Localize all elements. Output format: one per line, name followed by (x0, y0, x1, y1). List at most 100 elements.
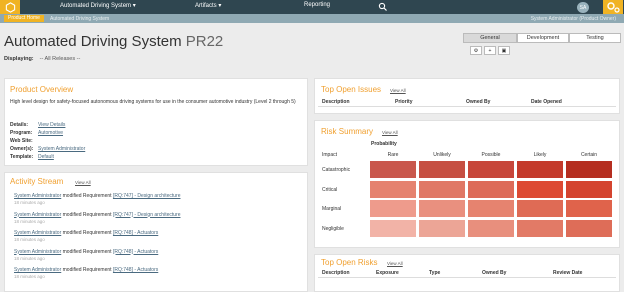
activity-artifact-link[interactable]: [RQ:748] - Actuators (113, 249, 158, 255)
activity-user-link[interactable]: System Administrator (14, 193, 61, 199)
program-link[interactable]: Automotive (38, 130, 63, 136)
activity-action: modified Requirement (61, 193, 113, 199)
risk-cell[interactable] (566, 161, 612, 178)
risk-cell[interactable] (517, 180, 563, 198)
product-code: PR22 (185, 33, 224, 50)
details-label: Details: (10, 122, 29, 128)
impact-header: Impact (322, 152, 338, 158)
nav-project-menu[interactable]: Automated Driving System ▾ (60, 2, 136, 9)
activity-item: System Administrator modified Requiremen… (14, 249, 158, 255)
activity-view-all-link[interactable]: View All (75, 180, 91, 185)
release-filter: Displaying: -- All Releases -- (4, 56, 80, 62)
risk-cell[interactable] (468, 180, 514, 198)
risk-cell[interactable] (468, 161, 514, 178)
risk-cell[interactable] (370, 200, 416, 217)
program-row: Program: Automotive (10, 130, 63, 136)
issues-col-priority[interactable]: Priority (395, 99, 413, 105)
user-avatar[interactable]: SA (577, 2, 589, 13)
activity-item: System Administrator modified Requiremen… (14, 193, 180, 199)
risk-cell[interactable] (370, 180, 416, 198)
activity-stream-title: Activity Stream (10, 177, 64, 186)
risk-cell[interactable] (468, 200, 514, 217)
activity-time: 18 minutes ago (14, 200, 45, 205)
risks-col-type[interactable]: Type (429, 270, 440, 276)
risk-cell[interactable] (517, 200, 563, 217)
issues-col-owned-by[interactable]: Owned By (466, 99, 490, 105)
chevron-down-icon: ▾ (132, 3, 136, 9)
tab-development[interactable]: Development (517, 33, 569, 43)
risk-cell[interactable] (419, 161, 465, 178)
risk-cell[interactable] (566, 219, 612, 237)
app-logo[interactable] (0, 0, 20, 14)
open-issues-panel (314, 78, 620, 114)
activity-user-link[interactable]: System Administrator (14, 249, 61, 255)
owner-link[interactable]: System Administrator (38, 146, 85, 152)
activity-item: System Administrator modified Requiremen… (14, 212, 180, 218)
probability-label: Possible (481, 152, 501, 158)
activity-action: modified Requirement (61, 248, 113, 255)
breadcrumb-user: System Administrator (Product Owner) (530, 16, 616, 22)
risks-col-exposure[interactable]: Exposure (376, 270, 399, 276)
risks-col-review-date[interactable]: Review Date (553, 270, 582, 276)
activity-user-link[interactable]: System Administrator (14, 230, 61, 236)
nav-project-label: Automated Driving System (60, 3, 132, 9)
activity-item: System Administrator modified Requiremen… (14, 267, 158, 273)
tab-general[interactable]: General (463, 33, 517, 43)
owners-label: Owner(s): (10, 146, 34, 152)
issues-col-date-opened[interactable]: Date Opened (531, 99, 562, 105)
activity-artifact-link[interactable]: [RQ:747] - Design architecture (113, 193, 181, 199)
nav-reporting[interactable]: Reporting (304, 2, 330, 8)
breadcrumb-project[interactable]: Automated Driving System (50, 16, 109, 22)
release-dropdown[interactable]: -- All Releases -- (40, 56, 81, 62)
probability-label: Likely (533, 152, 547, 158)
issues-col-description[interactable]: Description (322, 99, 350, 105)
nav-artifacts-menu[interactable]: Artifacts ▾ (195, 2, 221, 9)
risk-cell[interactable] (468, 219, 514, 237)
template-label: Template: (10, 154, 34, 160)
activity-artifact-link[interactable]: [RQ:747] - Design architecture (113, 212, 181, 218)
risk-view-all-link[interactable]: View All (382, 130, 398, 135)
tab-testing[interactable]: Testing (569, 33, 621, 43)
risk-cell[interactable] (566, 200, 612, 217)
add-icon[interactable]: + (484, 46, 496, 55)
template-link[interactable]: Default (38, 154, 54, 160)
activity-action: modified Requirement (61, 267, 113, 273)
view-details-link[interactable]: View Details (38, 122, 65, 128)
risk-cell[interactable] (419, 200, 465, 217)
activity-user-link[interactable]: System Administrator (14, 267, 61, 273)
activity-artifact-link[interactable]: [RQ:748] - Actuators (113, 230, 158, 236)
risk-cell[interactable] (517, 219, 563, 237)
impact-label: Negligible (322, 225, 344, 232)
activity-action: modified Requirement (61, 211, 113, 218)
template-row: Template: Default (10, 154, 54, 160)
gears-icon[interactable] (603, 0, 623, 14)
probability-label: Certain (580, 152, 598, 158)
impact-label: Critical (322, 186, 338, 193)
breadcrumb-home[interactable]: Product Home (4, 15, 44, 22)
settings-icon[interactable]: ⚙ (470, 46, 482, 55)
image-icon[interactable]: ▣ (498, 46, 510, 55)
risk-cell[interactable] (517, 161, 563, 178)
issues-header-divider (318, 106, 616, 107)
probability-header: Probability (371, 141, 397, 147)
impact-label: Marginal (322, 206, 342, 212)
chevron-down-icon: ▾ (218, 3, 222, 9)
risk-cell[interactable] (566, 180, 612, 198)
activity-artifact-link[interactable]: [RQ:748] - Actuators (113, 267, 158, 273)
details-row: Details: View Details (10, 122, 65, 128)
search-icon[interactable] (378, 2, 388, 12)
issues-view-all-link[interactable]: View All (390, 88, 406, 93)
impact-label: Catastrophic (322, 167, 351, 173)
activity-item: System Administrator modified Requiremen… (14, 230, 158, 236)
displaying-label: Displaying: (4, 56, 34, 62)
risk-cell[interactable] (370, 161, 416, 178)
page-title-text: Automated Driving System (4, 33, 182, 50)
risk-cell[interactable] (419, 219, 465, 237)
risks-col-description[interactable]: Description (322, 270, 350, 276)
activity-user-link[interactable]: System Administrator (14, 212, 61, 218)
risks-col-owned-by[interactable]: Owned By (482, 270, 506, 276)
hexagon-icon (5, 1, 15, 13)
risks-view-all-link[interactable]: View All (387, 261, 403, 266)
risk-cell[interactable] (419, 180, 465, 198)
risk-cell[interactable] (370, 219, 416, 237)
